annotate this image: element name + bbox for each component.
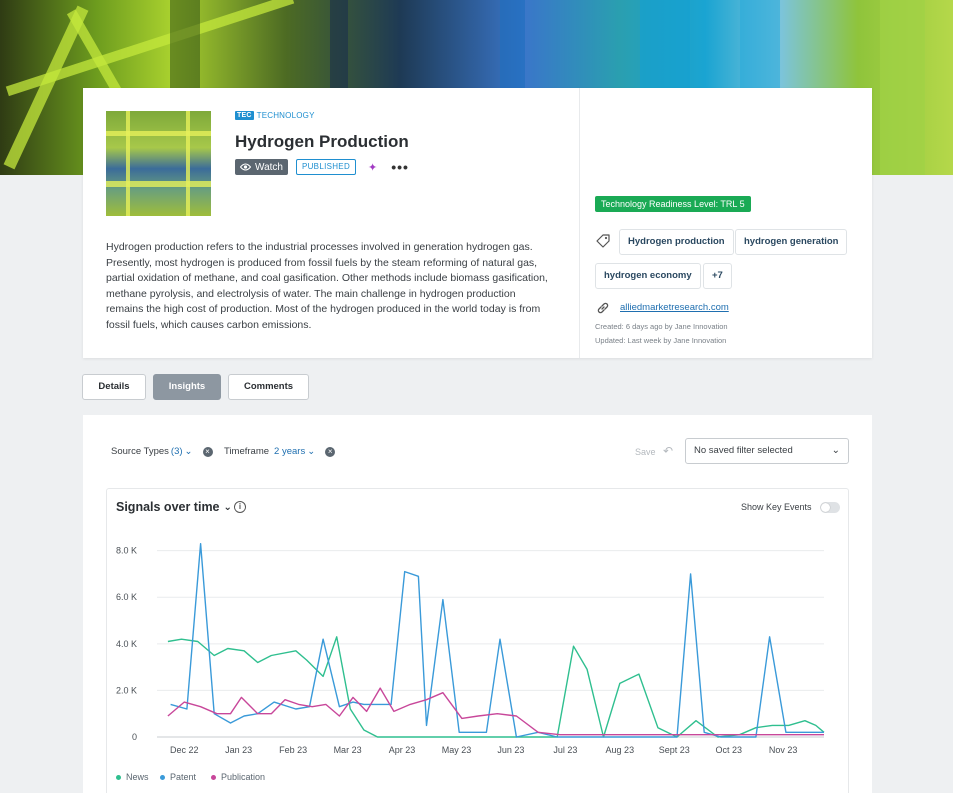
watch-label: Watch bbox=[255, 161, 283, 173]
created-meta: Created: 6 days ago by Jane Innovation bbox=[595, 322, 728, 331]
tab-details[interactable]: Details bbox=[82, 374, 146, 400]
x-tick-label: May 23 bbox=[442, 745, 472, 755]
x-tick-label: Jul 23 bbox=[553, 745, 577, 755]
insights-panel: Source Types (3) ⌄ × Timeframe 2 years ⌄… bbox=[83, 415, 872, 793]
signals-chart-card: 0 2.0 K 4.0 K 6.0 K 8.0 K Dec 22 Jan 23 Feb 23 M… bbox=[106, 488, 849, 793]
category-label: TEC TECHNOLOGY bbox=[235, 111, 315, 120]
chevron-down-icon: ⌄ bbox=[831, 445, 840, 456]
tab-insights[interactable]: Insights bbox=[153, 374, 221, 400]
save-button[interactable]: Save bbox=[635, 447, 656, 457]
clear-timeframe-icon[interactable]: × bbox=[325, 446, 336, 457]
topic-thumbnail bbox=[106, 111, 211, 216]
source-types-filter[interactable]: Source Types (3) ⌄ × bbox=[111, 446, 213, 457]
source-types-value: (3) bbox=[170, 446, 183, 457]
x-tick-label: Jun 23 bbox=[497, 745, 524, 755]
legend-label: Publication bbox=[221, 772, 266, 782]
y-tick-label: 8.0 K bbox=[116, 546, 137, 556]
key-events-label: Show Key Events bbox=[741, 502, 812, 512]
legend-label: Patent bbox=[170, 772, 197, 782]
x-tick-label: Aug 23 bbox=[606, 745, 635, 755]
patent-series-line bbox=[170, 543, 824, 738]
legend-item-news[interactable]: News bbox=[116, 772, 149, 782]
tag-icon bbox=[596, 234, 610, 248]
timeframe-label: Timeframe bbox=[224, 446, 270, 457]
y-tick-label: 4.0 K bbox=[116, 639, 137, 649]
y-tick-label: 0 bbox=[132, 732, 137, 742]
tag-chip[interactable]: hydrogen economy bbox=[595, 263, 701, 289]
legend-swatch bbox=[160, 774, 165, 780]
status-badge: PUBLISHED bbox=[295, 159, 357, 175]
category-badge: TEC bbox=[235, 111, 254, 120]
signals-chart: 0 2.0 K 4.0 K 6.0 K 8.0 K Dec 22 Jan 23 Feb 23 M… bbox=[116, 543, 825, 755]
tag-chip[interactable]: Hydrogen production bbox=[619, 229, 734, 255]
saved-filter-select[interactable]: No saved filter selected ⌄ bbox=[685, 438, 849, 464]
topic-header-card: TEC TECHNOLOGY Hydrogen Production Watch… bbox=[83, 88, 872, 358]
chevron-down-icon: ⌄ bbox=[184, 446, 193, 457]
more-tags-chip[interactable]: +7 bbox=[703, 263, 732, 289]
x-tick-label: Jan 23 bbox=[225, 745, 252, 755]
y-tick-label: 6.0 K bbox=[116, 592, 137, 602]
publication-series-line bbox=[167, 687, 824, 736]
legend-item-patent[interactable]: Patent bbox=[160, 772, 196, 782]
news-series-line bbox=[167, 636, 825, 738]
saved-filter-value: No saved filter selected bbox=[694, 445, 793, 456]
source-link[interactable]: alliedmarketresearch.com bbox=[620, 302, 729, 313]
eye-icon bbox=[240, 163, 251, 171]
chart-title: Signals over time bbox=[116, 500, 220, 514]
legend-label: News bbox=[126, 772, 149, 782]
x-tick-label: Feb 23 bbox=[279, 745, 307, 755]
x-tick-label: Apr 23 bbox=[389, 745, 416, 755]
key-events-toggle[interactable] bbox=[820, 502, 840, 513]
page-title: Hydrogen Production bbox=[235, 132, 409, 151]
watch-button[interactable]: Watch bbox=[235, 159, 288, 175]
x-tick-label: Mar 23 bbox=[334, 745, 362, 755]
chart-title-dropdown[interactable]: Signals over time ⌄ bbox=[116, 500, 232, 514]
ai-sparkle-icon[interactable]: ✦ bbox=[368, 161, 377, 174]
x-tick-label: Dec 22 bbox=[170, 745, 199, 755]
y-tick-label: 2.0 K bbox=[116, 685, 137, 695]
updated-meta: Updated: Last week by Jane Innovation bbox=[595, 336, 727, 345]
trl-badge: Technology Readiness Level: TRL 5 bbox=[595, 196, 751, 212]
more-options-icon[interactable]: ••• bbox=[391, 160, 409, 174]
category-text: TECHNOLOGY bbox=[256, 111, 315, 120]
timeframe-filter[interactable]: Timeframe 2 years ⌄ × bbox=[224, 446, 336, 457]
x-tick-label: Nov 23 bbox=[769, 745, 798, 755]
x-tick-label: Oct 23 bbox=[715, 745, 742, 755]
x-tick-label: Sept 23 bbox=[659, 745, 690, 755]
column-divider bbox=[579, 88, 580, 358]
chevron-down-icon: ⌄ bbox=[307, 446, 316, 457]
tab-comments[interactable]: Comments bbox=[228, 374, 309, 400]
timeframe-value: 2 years bbox=[274, 446, 306, 457]
clear-source-types-icon[interactable]: × bbox=[202, 446, 213, 457]
info-icon[interactable]: i bbox=[234, 501, 246, 513]
source-types-label: Source Types bbox=[111, 446, 169, 457]
topic-actions: Watch PUBLISHED ✦ ••• bbox=[235, 159, 409, 175]
legend-swatch bbox=[211, 774, 216, 780]
undo-icon[interactable]: ↶ bbox=[663, 444, 673, 458]
legend-item-publication[interactable]: Publication bbox=[211, 772, 265, 782]
chevron-down-icon: ⌄ bbox=[223, 501, 232, 513]
legend-swatch bbox=[116, 774, 121, 780]
link-icon bbox=[597, 302, 609, 314]
tag-chip[interactable]: hydrogen generation bbox=[735, 229, 848, 255]
topic-description: Hydrogen production refers to the indust… bbox=[106, 241, 548, 331]
